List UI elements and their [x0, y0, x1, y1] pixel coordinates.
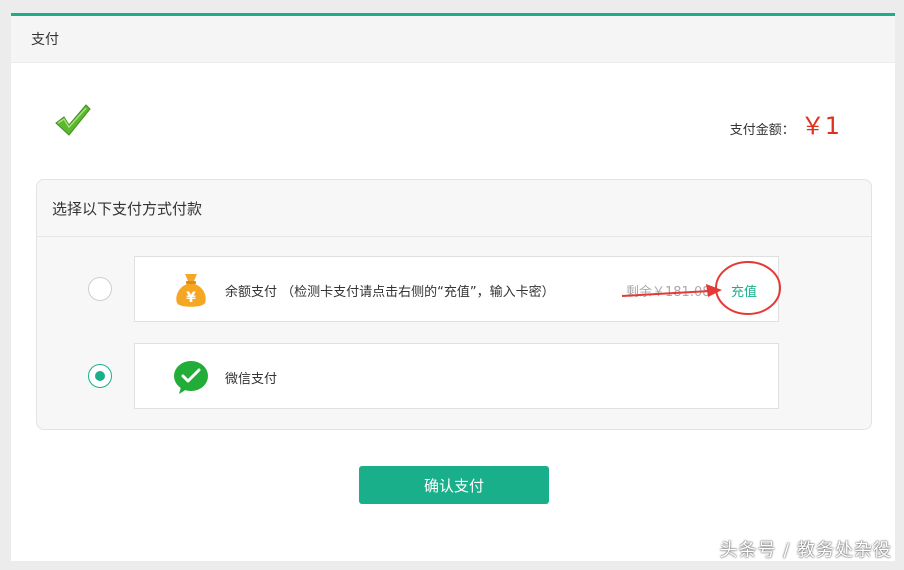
amount-value: ￥1	[800, 112, 840, 140]
watermark: 头条号 / 教务处杂役	[719, 540, 892, 561]
panel-header: 支付	[11, 16, 895, 63]
balance-pay-radio[interactable]	[88, 277, 112, 301]
amount-label: 支付金额：	[729, 123, 795, 138]
payment-panel: 支付 支付金额： ￥1 选择以下支付方式付款 ¥ 余额支付 （检测卡支付请点击右…	[11, 13, 895, 561]
wechat-pay-label: 微信支付	[225, 372, 278, 387]
wechat-pay-icon	[174, 361, 208, 394]
payment-methods-title: 选择以下支付方式付款	[37, 180, 871, 237]
payment-methods-box: 选择以下支付方式付款 ¥ 余额支付 （检测卡支付请点击右侧的“充值”，输入卡密）…	[36, 179, 872, 430]
balance-pay-label: 余额支付 （检测卡支付请点击右侧的“充值”，输入卡密）	[225, 285, 555, 300]
check-icon	[55, 104, 91, 136]
balance-pay-option[interactable]: ¥ 余额支付 （检测卡支付请点击右侧的“充值”，输入卡密） 剩余￥181.08 …	[134, 256, 779, 322]
panel-title: 支付	[31, 32, 59, 48]
money-bag-icon: ¥	[176, 274, 206, 307]
recharge-link[interactable]: 充值	[731, 281, 757, 300]
confirm-payment-button[interactable]: 确认支付	[359, 466, 549, 504]
wechat-pay-radio[interactable]	[88, 364, 112, 388]
svg-text:¥: ¥	[186, 290, 196, 306]
balance-remaining: 剩余￥181.08	[626, 285, 711, 300]
payment-amount: 支付金额： ￥1	[730, 106, 840, 141]
wechat-pay-option[interactable]: 微信支付	[134, 343, 779, 409]
